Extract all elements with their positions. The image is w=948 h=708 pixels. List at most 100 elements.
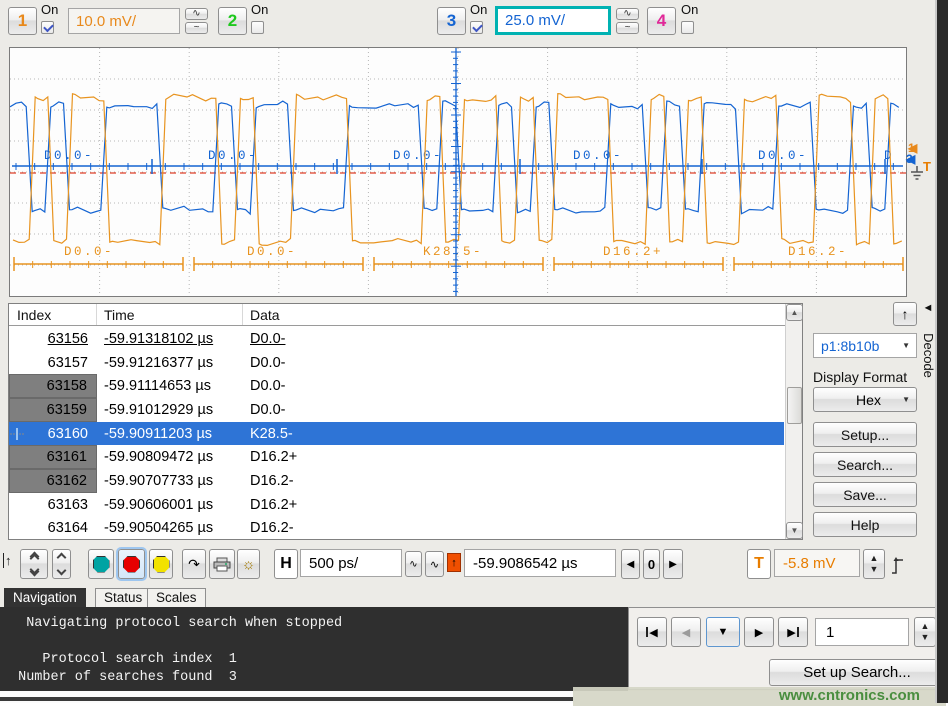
position-zero-button[interactable]: 0 [643, 549, 660, 579]
channel-4-button[interactable]: 4 [647, 7, 676, 35]
brightness-button[interactable]: ☼ [237, 549, 260, 579]
display-format-dropdown[interactable]: Hex ▼ [813, 387, 917, 412]
zero-label: 0 [648, 557, 655, 572]
table-row[interactable]: 63156-59.91318102 µsD0.0- [9, 327, 784, 351]
go-next-button[interactable]: ▶ [744, 617, 774, 647]
run-button[interactable] [88, 549, 114, 579]
window-bottom-shadow [0, 697, 573, 701]
table-row[interactable]: 63160-59.90911203 µsK28.5- [9, 422, 784, 446]
scale-coarse-icon[interactable]: ∿ [616, 8, 639, 20]
decode-source-value: p1:8b10b [821, 338, 879, 354]
scale-fine-icon[interactable]: ~ [616, 22, 639, 34]
tab-navigation-label: Navigation [13, 590, 77, 605]
go-last-button[interactable]: ▶ [778, 617, 808, 647]
help-button[interactable]: Help [813, 512, 917, 537]
table-row[interactable]: 63158-59.91114653 µsD0.0- [9, 374, 784, 398]
search-button-label: Search... [837, 457, 893, 473]
channel-2-on-checkbox[interactable] [251, 21, 264, 34]
navigation-mode-dropdown[interactable]: ▼ [706, 617, 740, 647]
channel-1-scale-input[interactable] [68, 8, 180, 34]
svg-text:D0.0-: D0.0- [758, 149, 808, 163]
table-row[interactable]: 63164-59.90504265 µsD16.2- [9, 517, 784, 540]
trigger-level-spinner[interactable]: ▲ ▼ [863, 549, 885, 579]
spinner-down-icon: ▼ [870, 565, 879, 574]
single-button[interactable] [149, 549, 173, 579]
search-index-spinner[interactable]: ▲ ▼ [914, 617, 936, 647]
cell-index: 63164 [48, 520, 88, 536]
go-first-button[interactable]: ◀ [637, 617, 667, 647]
horizontal-menu-button[interactable]: H [274, 549, 298, 579]
cell-time: -59.90606001 µs [104, 497, 213, 513]
scroll-down-icon[interactable]: ▼ [786, 522, 803, 539]
trigger-slope-icon[interactable] [889, 553, 907, 577]
spinner-up-icon: ▲ [870, 554, 879, 563]
tab-scales[interactable]: Scales [147, 588, 206, 607]
set-up-search-label: Set up Search... [803, 664, 911, 681]
channel-4-on-checkbox[interactable] [681, 21, 694, 34]
cell-time: -59.90504265 µs [104, 520, 213, 536]
table-row[interactable]: 63162-59.90707733 µsD16.2- [9, 469, 784, 493]
waveform-display[interactable]: D0.0-D0.0-D0.0-D0.0-D0.0-DD0.0-D0.0-K28.… [9, 47, 907, 297]
position-left-button[interactable]: ◀ [621, 549, 640, 579]
table-row[interactable]: 63163-59.90606001 µsD16.2+ [9, 493, 784, 517]
trigger-level-input[interactable] [774, 549, 860, 577]
touch-button[interactable]: ↷ [182, 549, 206, 579]
channel-4-label: 4 [657, 11, 666, 31]
trigger-level-marker-icon: T [923, 160, 931, 173]
search-button[interactable]: Search... [813, 452, 917, 477]
decode-source-dropdown[interactable]: p1:8b10b ▼ [813, 333, 917, 358]
save-button[interactable]: Save... [813, 482, 917, 507]
svg-text:D0.0-: D0.0- [393, 149, 443, 163]
tab-status[interactable]: Status [95, 588, 151, 607]
table-row[interactable]: 63157-59.91216377 µsD0.0- [9, 351, 784, 375]
channel-3-button[interactable]: 3 [437, 7, 466, 35]
column-header-index[interactable]: Index [9, 304, 97, 325]
set-up-search-button[interactable]: Set up Search... [769, 659, 945, 686]
display-format-value: Hex [856, 392, 881, 408]
cell-data: D0.0- [250, 402, 285, 418]
channel-2-button[interactable]: 2 [218, 7, 247, 35]
setup-button[interactable]: Setup... [813, 422, 917, 447]
go-previous-button[interactable]: ◀ [671, 617, 701, 647]
channel-3-on-checkbox[interactable] [470, 21, 483, 34]
timebase-fine-button[interactable]: ∿ [405, 551, 422, 577]
cell-time: -59.91216377 µs [104, 355, 213, 371]
coarse-adjust-spinner[interactable] [52, 549, 71, 579]
scrollbar-thumb[interactable] [787, 387, 802, 424]
print-button[interactable] [209, 549, 235, 579]
column-header-data[interactable]: Data [243, 304, 802, 325]
horizontal-position-input[interactable] [464, 549, 616, 577]
channel-1-button[interactable]: 1 [8, 7, 37, 35]
timebase-coarse-button[interactable]: ∿ [425, 551, 444, 577]
fine-adjust-spinner[interactable] [20, 549, 48, 579]
window-right-strip [937, 0, 948, 703]
collapse-panel-button[interactable]: ↑ [893, 302, 917, 326]
right-arrow-icon: ▶ [669, 559, 677, 570]
search-index-input[interactable] [815, 618, 909, 646]
cell-data: D16.2- [250, 473, 294, 489]
timebase-input[interactable] [300, 549, 402, 577]
scale-fine-icon[interactable]: ~ [185, 22, 208, 34]
table-row[interactable]: 63161-59.90809472 µsD16.2+ [9, 445, 784, 469]
tab-navigation[interactable]: Navigation [4, 588, 86, 608]
cell-data: D0.0- [250, 355, 285, 371]
scroll-up-icon[interactable]: ▲ [786, 304, 803, 321]
channel-2-on-group: On [251, 2, 277, 34]
position-right-button[interactable]: ▶ [663, 549, 683, 579]
horizontal-toolbar: ↑ ↷ ☼ H ∿ ∿ ↑ [0, 545, 936, 585]
printer-icon [213, 557, 231, 572]
cell-data: K28.5- [250, 426, 293, 442]
scale-coarse-icon[interactable]: ∿ [185, 8, 208, 20]
tilde-icon: ~ [625, 23, 631, 33]
next-icon: ▶ [755, 626, 763, 639]
table-scrollbar[interactable]: ▲ ▼ [785, 304, 802, 539]
channel-1-on-checkbox[interactable] [41, 21, 54, 34]
trigger-position-icon[interactable]: ↑ [447, 553, 461, 572]
cell-time: -59.91114653 µs [104, 378, 211, 394]
stop-button[interactable] [118, 549, 145, 579]
table-row[interactable]: 63159-59.91012929 µsD0.0- [9, 398, 784, 422]
navigation-status-panel: Navigating protocol search when stopped … [0, 607, 628, 691]
trigger-menu-button[interactable]: T [747, 549, 771, 579]
channel-3-scale-input[interactable] [495, 6, 611, 35]
column-header-time[interactable]: Time [97, 304, 243, 325]
